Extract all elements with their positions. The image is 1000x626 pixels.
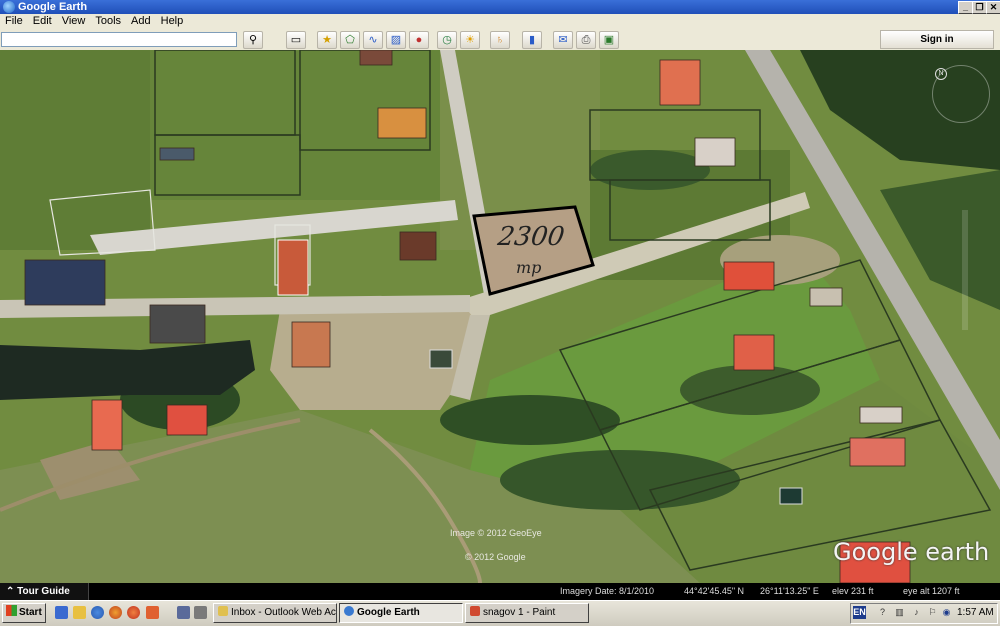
plot-area-annotation-value: 2300 — [495, 222, 567, 252]
help-icon[interactable]: ? — [876, 606, 889, 619]
historical-imagery-icon[interactable]: ◷ — [437, 31, 457, 49]
eye-altitude-readout: eye alt 1207 ft — [903, 586, 960, 596]
chrome-icon[interactable] — [91, 606, 104, 619]
sidebar-toggle-icon[interactable]: ▭ — [286, 31, 306, 49]
google-earth-icon — [3, 1, 15, 13]
antivirus-icon[interactable]: ◉ — [940, 606, 953, 619]
planet-icon[interactable]: ♄ — [490, 31, 510, 49]
navigation-compass[interactable]: N — [932, 65, 990, 123]
zoom-slider[interactable] — [962, 210, 968, 330]
plot-area-annotation-unit: mp — [516, 258, 542, 277]
imagery-date: Imagery Date: 8/1/2010 — [560, 586, 655, 596]
tour-guide-label: Tour Guide — [17, 586, 70, 597]
firefox-icon[interactable] — [127, 606, 140, 619]
status-bar: Imagery Date: 8/1/2010 44°42'45.45" N 26… — [0, 583, 1000, 600]
longitude-readout: 26°11'13.25" E — [760, 586, 819, 596]
show-desktop-icon[interactable] — [55, 606, 68, 619]
record-tour-icon[interactable]: ● — [409, 31, 429, 49]
imagery-copyright: Image © 2012 GeoEye — [450, 528, 542, 538]
menu-bar: File Edit View Tools Add Help — [0, 14, 1000, 29]
search-icon[interactable]: ⚲ — [243, 31, 263, 49]
email-icon[interactable]: ✉ — [553, 31, 573, 49]
menu-help[interactable]: Help — [156, 14, 189, 29]
save-image-icon[interactable]: ▣ — [599, 31, 619, 49]
speaker-icon[interactable]: ♪ — [910, 606, 923, 619]
menu-view[interactable]: View — [57, 14, 91, 29]
task-outlook[interactable]: Inbox - Outlook Web Acc... — [213, 603, 337, 623]
satellite-imagery — [0, 50, 1000, 583]
menu-edit[interactable]: Edit — [28, 14, 57, 29]
windows-logo-icon — [6, 605, 17, 616]
start-label: Start — [19, 607, 42, 618]
start-button[interactable]: Start — [2, 603, 46, 623]
paint-icon — [470, 606, 480, 616]
menu-add[interactable]: Add — [126, 14, 156, 29]
sunlight-icon[interactable]: ☀ — [460, 31, 480, 49]
task-paint[interactable]: snagov 1 - Paint — [465, 603, 589, 623]
google-earth-icon — [344, 606, 354, 616]
task-label: Inbox - Outlook Web Acc... — [231, 607, 336, 618]
task-google-earth[interactable]: Google Earth — [339, 603, 463, 623]
google-earth-logo: Google earth — [833, 538, 990, 566]
quicklaunch-icon[interactable] — [194, 606, 207, 619]
window-title: Google Earth — [18, 1, 88, 13]
minimize-button[interactable]: _ — [958, 1, 973, 14]
task-label: Google Earth — [357, 607, 420, 618]
language-indicator[interactable]: EN — [853, 606, 866, 619]
network-icon[interactable]: ▥ — [893, 606, 906, 619]
firefox-icon[interactable] — [109, 606, 122, 619]
placemark-icon[interactable]: ★ — [317, 31, 337, 49]
restore-button[interactable]: ❐ — [972, 1, 987, 14]
polygon-icon[interactable]: ⬠ — [340, 31, 360, 49]
map-view[interactable]: 2300 mp Image © 2012 GeoEye © 2012 Googl… — [0, 50, 1000, 583]
quicklaunch-icon[interactable] — [177, 606, 190, 619]
image-overlay-icon[interactable]: ▨ — [386, 31, 406, 49]
tour-guide-button[interactable]: ⌃ Tour Guide — [0, 583, 89, 600]
path-icon[interactable]: ∿ — [363, 31, 383, 49]
folder-icon[interactable] — [73, 606, 86, 619]
ruler-icon[interactable]: ▮ — [522, 31, 542, 49]
chevron-up-icon: ⌃ — [6, 586, 15, 597]
menu-file[interactable]: File — [0, 14, 28, 29]
google-copyright: © 2012 Google — [465, 552, 526, 562]
print-icon[interactable]: ⎙ — [576, 31, 596, 49]
sign-in-button[interactable]: Sign in — [880, 30, 994, 49]
clock[interactable]: 1:57 AM — [957, 603, 994, 622]
close-button[interactable]: ✕ — [986, 1, 1000, 14]
latitude-readout: 44°42'45.45" N — [684, 586, 745, 596]
security-icon[interactable]: ⚐ — [926, 606, 939, 619]
search-input[interactable] — [1, 32, 237, 47]
menu-tools[interactable]: Tools — [90, 14, 126, 29]
mail-icon[interactable] — [146, 606, 159, 619]
task-label: snagov 1 - Paint — [483, 607, 556, 618]
elevation-readout: elev 231 ft — [832, 586, 874, 596]
north-icon[interactable]: N — [935, 68, 947, 80]
outlook-icon — [218, 606, 228, 616]
window-titlebar: Google Earth _ ❐ ✕ — [0, 0, 1000, 14]
